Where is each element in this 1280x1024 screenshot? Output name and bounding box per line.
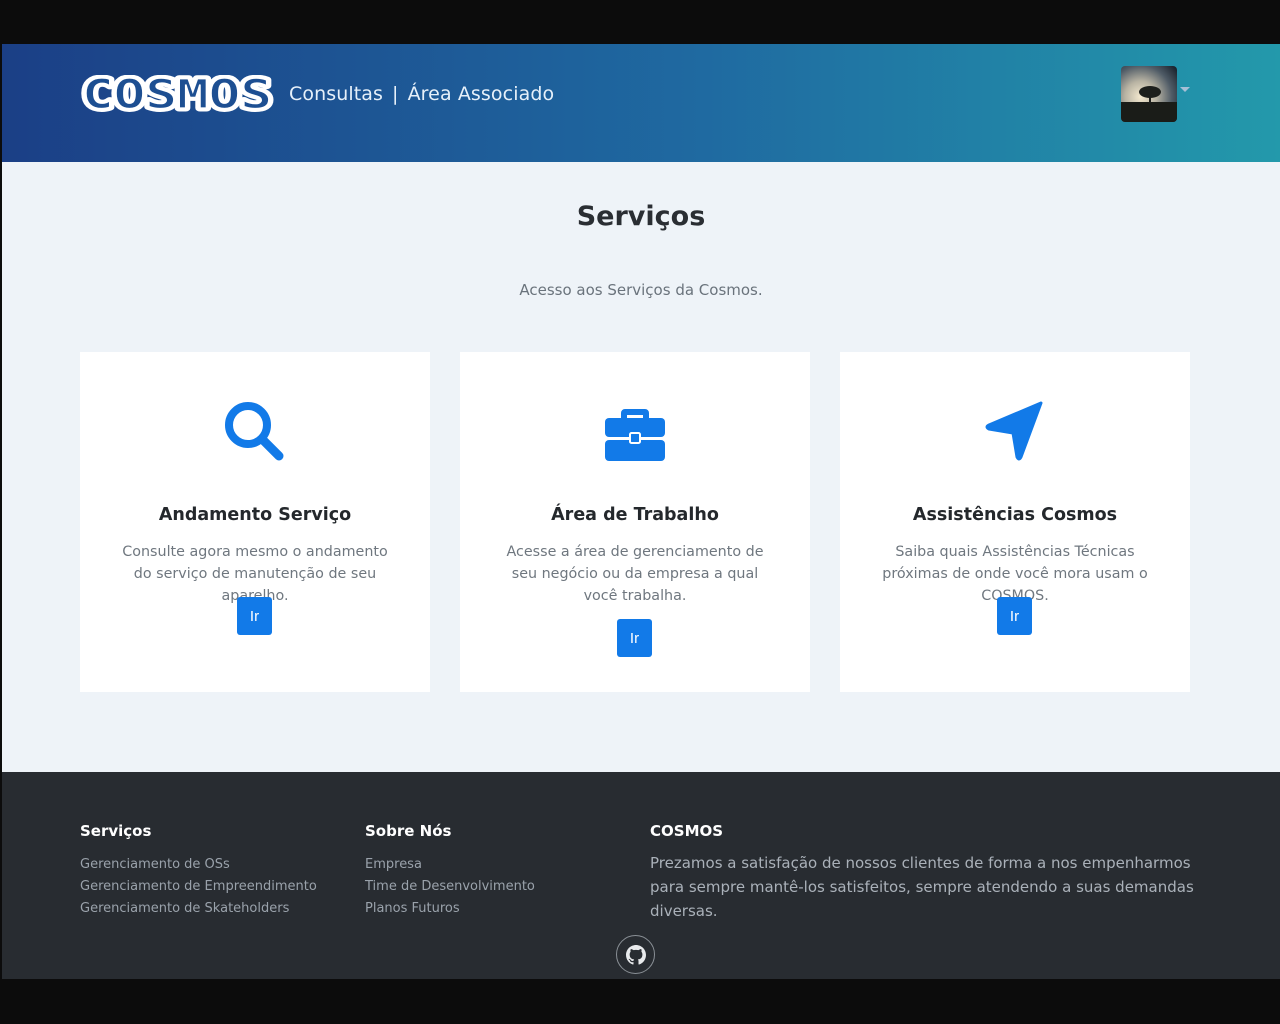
card-description: Acesse a área de gerenciamento de seu ne…: [506, 544, 764, 604]
footer-link[interactable]: Time de Desenvolvimento: [365, 876, 535, 898]
github-glyph: [625, 944, 646, 965]
service-card-andamento: Andamento Serviço Consulte agora mesmo o…: [80, 352, 430, 692]
briefcase-icon: [605, 409, 665, 461]
footer-col-sobre-nos: Sobre Nós Empresa Time de Desenvolviment…: [365, 822, 535, 920]
header-nav: Consultas | Área Associado: [289, 82, 554, 105]
footer-link[interactable]: Gerenciamento de OSs: [80, 854, 317, 876]
footer-link[interactable]: Empresa: [365, 854, 535, 876]
chevron-down-icon[interactable]: [1180, 87, 1190, 92]
card-title: Área de Trabalho: [551, 505, 719, 525]
cosmos-logo[interactable]: COSMOS COSMOS: [80, 75, 276, 115]
footer-link[interactable]: Gerenciamento de Skateholders: [80, 898, 317, 920]
app-window: COSMOS COSMOS Consultas | Área Associado: [2, 44, 1280, 979]
footer-col-servicos: Serviços Gerenciamento de OSs Gerenciame…: [80, 822, 317, 920]
footer-link[interactable]: Gerenciamento de Empreendimento: [80, 876, 317, 898]
assistencias-go-button[interactable]: Ir: [997, 597, 1032, 635]
nav-separator: |: [392, 82, 399, 105]
logo-text: COSMOS: [82, 75, 272, 115]
page-title: Serviços: [576, 201, 706, 232]
footer-about-text: Prezamos a satisfação de nossos clientes…: [650, 854, 1194, 920]
top-navbar: COSMOS COSMOS Consultas | Área Associado: [2, 44, 1280, 162]
footer-link[interactable]: Planos Futuros: [365, 898, 535, 920]
footer: Serviços Gerenciamento de OSs Gerenciame…: [2, 772, 1280, 979]
nav-consultas[interactable]: Consultas: [289, 83, 383, 105]
github-icon[interactable]: [616, 935, 655, 974]
page-subtitle: Acesso aos Serviços da Cosmos.: [519, 281, 763, 299]
footer-col-cosmos: COSMOS Prezamos a satisfação de nossos c…: [650, 822, 1210, 923]
footer-heading: COSMOS: [650, 822, 724, 840]
card-title: Andamento Serviço: [158, 505, 352, 525]
user-avatar[interactable]: [1121, 66, 1177, 122]
service-card-area-trabalho: Área de Trabalho Acesse a área de gerenc…: [460, 352, 810, 692]
footer-heading: Serviços: [80, 822, 152, 840]
area-trabalho-go-button[interactable]: Ir: [617, 619, 652, 657]
andamento-go-button[interactable]: Ir: [237, 597, 272, 635]
service-card-assistencias: Assistências Cosmos Saiba quais Assistên…: [840, 352, 1190, 692]
card-title: Assistências Cosmos: [912, 505, 1118, 525]
search-icon: [225, 402, 284, 461]
footer-heading: Sobre Nós: [365, 822, 452, 840]
nav-area-associado[interactable]: Área Associado: [408, 83, 555, 105]
location-arrow-icon: [985, 401, 1043, 461]
